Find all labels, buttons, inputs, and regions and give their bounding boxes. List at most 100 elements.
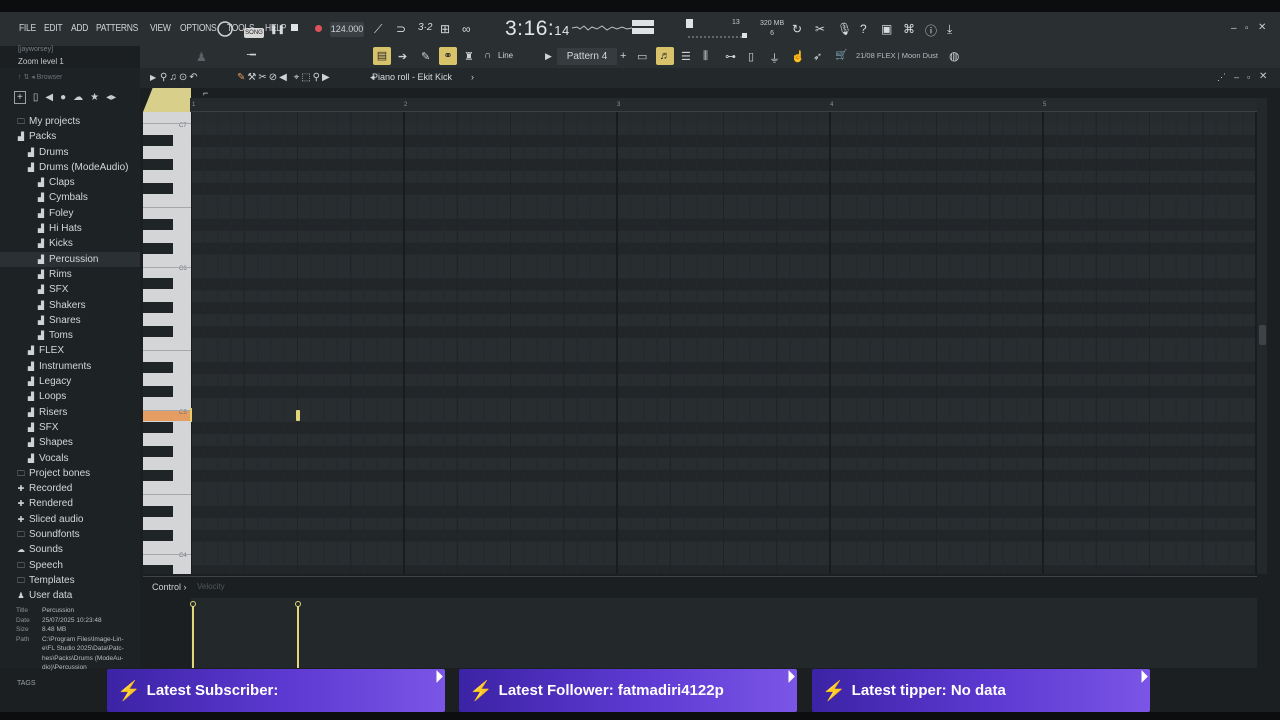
piano-roll-title-arrow-icon[interactable]: ›	[471, 72, 474, 82]
black-key[interactable]	[143, 134, 173, 146]
channel-rack-icon[interactable]: ▭	[637, 50, 647, 63]
black-key[interactable]	[143, 182, 173, 194]
info-icon[interactable]: ⓘ	[925, 22, 937, 39]
velocity-bar[interactable]	[190, 601, 196, 668]
menu-file[interactable]: FILE	[19, 23, 36, 34]
blend-notes-icon[interactable]: ⊞	[440, 22, 450, 36]
browser-item[interactable]: ▟ FLEX	[0, 343, 140, 358]
control-param[interactable]: Velocity	[197, 582, 225, 591]
plugin-icon[interactable]: ⌘	[903, 22, 915, 36]
browser-item[interactable]: ▟ Claps	[0, 175, 140, 190]
velocity-bar[interactable]	[295, 601, 301, 668]
globe-icon[interactable]: ◍	[949, 49, 959, 63]
menu-add[interactable]: ADD	[71, 23, 88, 34]
browser-item[interactable]: 🗀 Soundfonts	[0, 527, 140, 542]
black-key[interactable]	[143, 505, 173, 517]
browser-item[interactable]: ▟ Cymbals	[0, 190, 140, 205]
menu-patterns[interactable]: PATTERNS	[96, 23, 138, 34]
browser-add-icon[interactable]: +	[14, 90, 26, 104]
play-pattern-icon[interactable]: ▶	[545, 51, 552, 62]
black-key[interactable]	[143, 242, 173, 254]
loop-record-icon[interactable]: ∞	[462, 22, 471, 36]
browser-item[interactable]: 🗀 Speech	[0, 558, 140, 573]
menu-view[interactable]: VIEW	[150, 23, 171, 34]
black-key[interactable]	[143, 362, 173, 374]
playlist-icon[interactable]: ▤	[373, 47, 391, 65]
bird-icon[interactable]: ➶	[813, 50, 822, 63]
tree-icon[interactable]: ⊶	[725, 50, 736, 63]
black-key[interactable]	[143, 302, 173, 314]
black-key[interactable]	[143, 529, 173, 541]
browser-arrows-icon[interactable]: ◂▸	[106, 92, 116, 103]
cut-icon[interactable]: ✂	[815, 22, 825, 36]
piano-roll-tools-icons[interactable]: ⚲♫⊙↶	[160, 72, 200, 83]
piano-keyboard[interactable]: C7 C6 C5 C4	[143, 112, 191, 574]
browser-item[interactable]: 🗀 Project bones	[0, 466, 140, 481]
playhead-marker-icon[interactable]: ⌐	[203, 88, 208, 98]
browser-item[interactable]: ▟ SFX	[0, 282, 140, 297]
pause-icon[interactable]: ❚❚	[270, 24, 285, 35]
record-icon[interactable]	[314, 24, 323, 33]
minimize-icon[interactable]: –	[1231, 23, 1237, 34]
menu-options[interactable]: OPTIONS	[180, 23, 217, 34]
browser-item[interactable]: ✚ Recorded	[0, 481, 140, 496]
plug-icon[interactable]: ⏚	[769, 50, 780, 66]
pr-detach-icon[interactable]: ⋰	[1217, 72, 1226, 83]
add-pattern-icon[interactable]: +	[620, 50, 626, 62]
cart-icon[interactable]: 🛒	[835, 50, 847, 61]
undo-history-icon[interactable]: ↻	[792, 22, 802, 36]
magnet-icon[interactable]: ∩	[484, 50, 491, 61]
browser-cloud-icon[interactable]: ☁	[73, 92, 83, 103]
mixer-icon[interactable]: ☰	[681, 50, 691, 63]
pr-minimize-icon[interactable]: –	[1234, 72, 1239, 82]
browser-item[interactable]: ▟ Toms	[0, 328, 140, 343]
browser-back-icon[interactable]: ◀	[45, 92, 53, 103]
timeline-ruler[interactable]: 1 2 3 4 5	[190, 98, 1260, 112]
arrow-right-icon[interactable]: ➔	[398, 50, 407, 63]
download-icon[interactable]: ⤓	[947, 22, 952, 37]
piano-roll-icon[interactable]: ♬	[656, 47, 674, 65]
black-key[interactable]	[143, 218, 173, 230]
close-icon[interactable]: ✕	[1258, 22, 1266, 33]
browser-item[interactable]: ▟ Kicks	[0, 236, 140, 251]
zoom-corner[interactable]	[143, 88, 191, 112]
browser-star-icon[interactable]: ★	[90, 92, 99, 103]
browser-item[interactable]: ▟ Shakers	[0, 298, 140, 313]
browser-file-icon[interactable]: ▯	[33, 92, 39, 103]
browser-item[interactable]: ▟ Loops	[0, 389, 140, 404]
black-key[interactable]	[143, 278, 173, 290]
wait-icon[interactable]: ⊃	[396, 22, 406, 36]
velocity-lane[interactable]	[190, 598, 1257, 668]
browser-item[interactable]: ▟ SFX	[0, 420, 140, 435]
master-volume-icon[interactable]	[632, 20, 654, 37]
piano-roll-menu-icon[interactable]: ▶	[150, 73, 156, 82]
black-key[interactable]	[143, 158, 173, 170]
microphone-icon[interactable]: 🎙	[837, 22, 852, 36]
black-key[interactable]	[143, 469, 173, 481]
save-icon[interactable]: ▣	[881, 22, 892, 36]
vertical-scroll-thumb[interactable]	[1259, 325, 1266, 345]
link-icon[interactable]: ⚭	[439, 47, 457, 65]
slide-tool-icon[interactable]: ╼╸	[247, 50, 259, 61]
black-key[interactable]	[143, 326, 173, 338]
browser-item[interactable]: ▟ Packs	[0, 129, 140, 144]
browser-item[interactable]: ▟ Risers	[0, 405, 140, 420]
pr-maximize-icon[interactable]: ▫	[1247, 72, 1250, 82]
file-icon[interactable]: ▯	[748, 50, 754, 63]
black-key[interactable]	[143, 386, 173, 398]
stop-icon[interactable]	[291, 24, 299, 32]
touch-icon[interactable]: ☝	[791, 50, 805, 63]
browser-item[interactable]: ▟ Hi Hats	[0, 221, 140, 236]
browser-item[interactable]: ▟ Percussion	[0, 251, 140, 267]
song-mode-toggle[interactable]: SONG	[244, 28, 264, 38]
control-label[interactable]: Control ›	[152, 582, 187, 592]
browser-item[interactable]: ▟ Legacy	[0, 374, 140, 389]
black-key[interactable]	[143, 445, 173, 457]
faders-icon[interactable]: ⫼	[703, 50, 708, 63]
browser-item[interactable]: ✚ Rendered	[0, 496, 140, 511]
black-key[interactable]	[143, 565, 173, 574]
tempo-display[interactable]: 124.000	[330, 22, 364, 37]
stamp-icon[interactable]: ♜	[464, 50, 474, 63]
browser-item[interactable]: ▟ Instruments	[0, 359, 140, 374]
browser-item[interactable]: ▟ Snares	[0, 313, 140, 328]
